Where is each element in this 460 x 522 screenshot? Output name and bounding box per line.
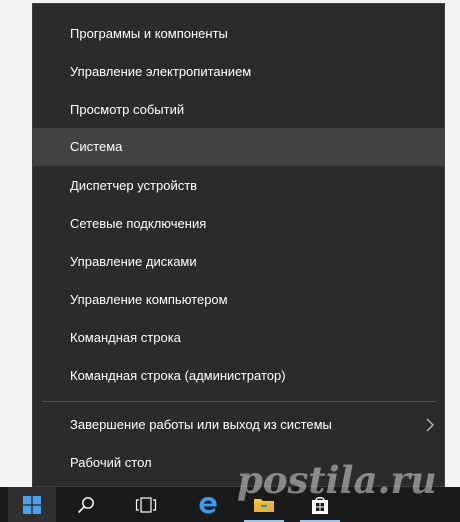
menu-item-label: Диспетчер устройств [70,178,198,193]
menu-item-label: Командная строка [70,330,181,345]
menu-item-network-connections[interactable]: Сетевые подключения [33,205,444,243]
menu-item-label: Просмотр событий [70,102,185,117]
search-icon [77,496,94,513]
search-button[interactable] [62,487,110,522]
windows-start-icon [23,495,41,514]
winx-context-menu: Программы и компоненты Управление электр… [32,3,445,487]
menu-separator [42,401,436,402]
menu-item-system[interactable]: Система [33,128,444,166]
menu-item-label: Завершение работы или выход из системы [70,417,332,432]
menu-item-disk-management[interactable]: Управление дисками [33,243,444,281]
edge-icon [199,496,217,513]
menu-item-label: Система [70,139,123,154]
menu-item-computer-management[interactable]: Управление компьютером [33,281,444,319]
menu-item-label: Управление компьютером [70,292,228,307]
task-view-icon [135,496,157,513]
menu-item-label: Сетевые подключения [70,216,207,231]
start-button[interactable] [8,487,56,522]
menu-item-device-manager[interactable]: Диспетчер устройств [33,167,444,205]
menu-item-power-options[interactable]: Управление электропитанием [33,53,444,91]
menu-item-label: Рабочий стол [70,455,152,470]
menu-item-label: Управление электропитанием [70,64,252,79]
menu-item-event-viewer[interactable]: Просмотр событий [33,91,444,129]
edge-button[interactable] [184,487,232,522]
store-icon [312,496,328,514]
menu-item-shutdown-or-sign-out[interactable]: Завершение работы или выход из системы [33,406,444,444]
menu-item-desktop[interactable]: Рабочий стол [33,444,444,482]
menu-item-label: Программы и компоненты [70,26,228,41]
menu-item-programs-and-features[interactable]: Программы и компоненты [33,15,444,53]
file-explorer-icon [254,498,274,512]
menu-item-command-prompt-admin[interactable]: Командная строка (администратор) [33,357,444,395]
menu-item-label: Командная строка (администратор) [70,368,286,383]
task-view-button[interactable] [122,487,170,522]
menu-item-label: Управление дисками [70,254,197,269]
taskbar [0,487,460,522]
file-explorer-button[interactable] [240,487,288,522]
chevron-right-icon [426,418,434,432]
store-button[interactable] [296,487,344,522]
menu-item-command-prompt[interactable]: Командная строка [33,319,444,357]
